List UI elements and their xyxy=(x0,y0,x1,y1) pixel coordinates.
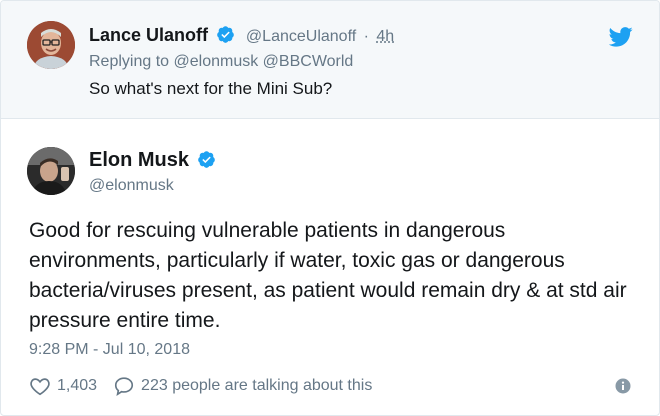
author-name-row: Elon Musk xyxy=(89,149,216,172)
elon-musk-avatar[interactable] xyxy=(27,147,75,195)
info-icon[interactable] xyxy=(615,378,631,394)
replying-to-line: Replying to @elonmusk @BBCWorld xyxy=(89,53,353,71)
like-button[interactable]: 1,403 xyxy=(29,375,97,397)
author-handle[interactable]: @elonmusk xyxy=(89,177,174,195)
conversation-text: 223 people are talking about this xyxy=(141,377,373,394)
parent-author-name[interactable]: Lance Ulanoff xyxy=(89,25,208,45)
conversation-link[interactable]: 223 people are talking about this xyxy=(113,375,372,397)
verified-badge-icon xyxy=(198,151,216,168)
speech-bubble-icon xyxy=(114,377,134,396)
parent-tweet[interactable]: Lance Ulanoff @LanceUlanoff · 4h Replyin… xyxy=(1,1,659,119)
twitter-bird-icon[interactable] xyxy=(609,27,633,47)
heart-icon xyxy=(30,378,50,396)
tweet-actions: 1,403 223 people are talking about this xyxy=(29,373,388,399)
parent-author-handle[interactable]: @LanceUlanoff xyxy=(246,28,356,45)
tweet-text: Good for rescuing vulnerable patients in… xyxy=(29,219,627,332)
reply-mention-elonmusk[interactable]: @elonmusk xyxy=(174,53,259,70)
separator-dot: · xyxy=(363,28,369,45)
author-name[interactable]: Elon Musk xyxy=(89,149,189,171)
like-count: 1,403 xyxy=(57,377,98,394)
embedded-tweet-card: Lance Ulanoff @LanceUlanoff · 4h Replyin… xyxy=(0,0,660,416)
lance-ulanoff-avatar[interactable] xyxy=(27,21,75,69)
replying-to-label: Replying to xyxy=(89,53,170,70)
tweet-timestamp[interactable]: 9:28 PM - Jul 10, 2018 xyxy=(29,341,190,359)
verified-badge-icon xyxy=(217,26,235,43)
parent-tweet-text: So what's next for the Mini Sub? xyxy=(89,79,333,98)
reply-mention-bbcworld[interactable]: @BBCWorld xyxy=(263,53,354,70)
parent-tweet-time[interactable]: 4h xyxy=(376,28,394,45)
parent-tweet-header: Lance Ulanoff @LanceUlanoff · 4h xyxy=(89,25,394,49)
